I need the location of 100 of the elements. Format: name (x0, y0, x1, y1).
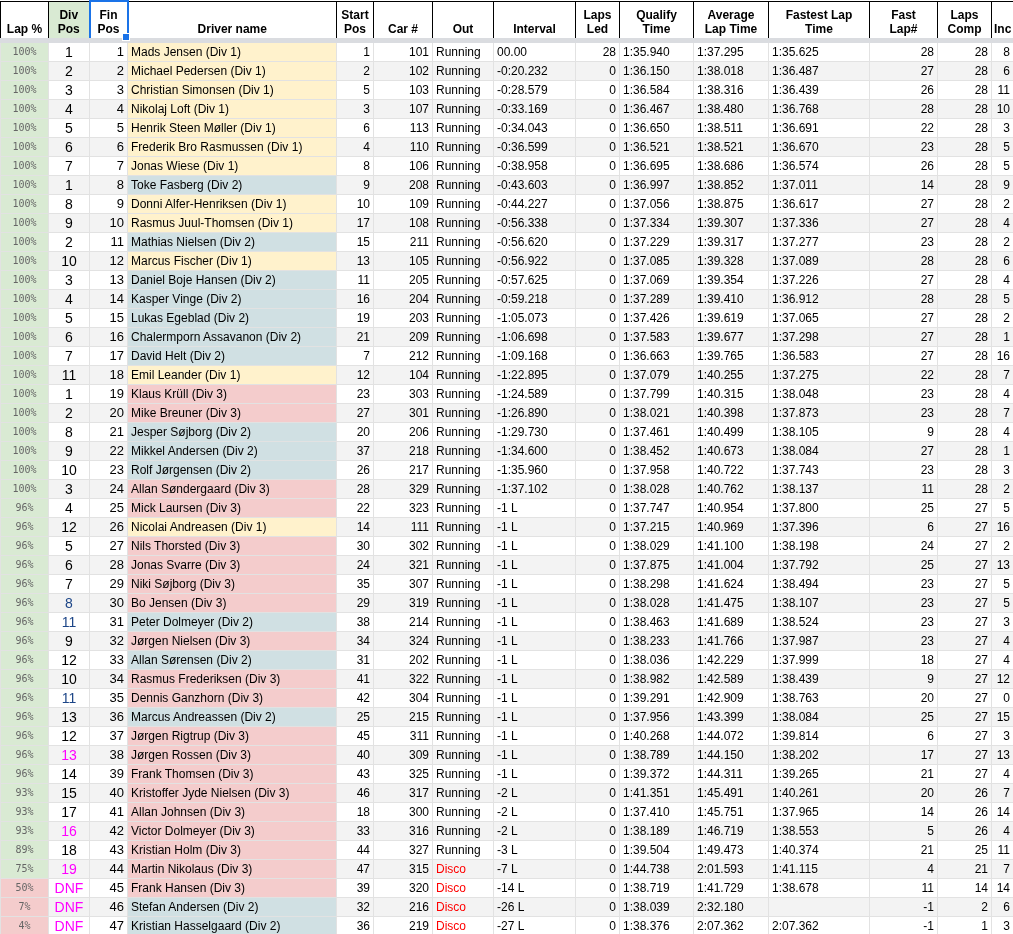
table-cell: Running (432, 688, 494, 708)
table-cell: 15 (336, 232, 374, 252)
table-cell: 214 (373, 612, 433, 632)
column-header[interactable]: Driver name (127, 1, 337, 41)
table-cell: 113 (373, 118, 433, 138)
table-cell: 19 (89, 384, 128, 404)
table-cell: -1:09.168 (493, 346, 576, 366)
column-header[interactable]: Fastest Lap Time (768, 1, 870, 41)
table-cell: 100% (0, 118, 49, 138)
table-cell: 212 (373, 346, 433, 366)
table-cell: 96% (0, 669, 49, 689)
table-cell: 96% (0, 764, 49, 784)
table-cell: 311 (373, 726, 433, 746)
table-cell: -1 L (493, 498, 576, 518)
table-cell: 1:38.316 (693, 80, 769, 100)
table-cell: 1:38.511 (693, 118, 769, 138)
table-cell: 1:35.940 (619, 40, 694, 62)
table-cell: 11 (869, 878, 938, 898)
table-cell: 6 (48, 137, 90, 157)
table-cell: 1:40.268 (619, 726, 694, 746)
table-cell: 1:36.617 (768, 194, 870, 214)
table-cell: 35 (336, 574, 374, 594)
table-cell: Running (432, 308, 494, 328)
table-cell: -1 L (493, 726, 576, 746)
table-cell: 100% (0, 422, 49, 442)
table-cell: 0 (575, 80, 620, 100)
column-header[interactable]: Laps Comp (937, 1, 992, 41)
table-cell: 1:41.729 (693, 878, 769, 898)
table-cell: -3 L (493, 840, 576, 860)
column-header[interactable]: Fin Pos (89, 1, 128, 41)
table-cell: 0 (575, 574, 620, 594)
table-cell: 1:44.311 (693, 764, 769, 784)
column-header[interactable]: Lap % (0, 1, 49, 41)
table-cell: 100% (0, 80, 49, 100)
table-cell: 13 (89, 270, 128, 290)
column-header[interactable]: Average Lap Time (693, 1, 769, 41)
table-cell: 28 (937, 194, 992, 214)
column-header[interactable]: Fast Lap# (869, 1, 938, 41)
column-header[interactable]: Car # (373, 1, 433, 41)
table-cell: 0 (575, 726, 620, 746)
table-cell: 3 (48, 479, 90, 499)
column-header[interactable]: Inc (991, 1, 1013, 41)
table-cell: 203 (373, 308, 433, 328)
column-header[interactable]: Out (432, 1, 494, 41)
column-header[interactable]: Laps Led (575, 1, 620, 41)
table-cell: 20 (869, 688, 938, 708)
table-cell: -1 L (493, 650, 576, 670)
table-cell: 41 (89, 802, 128, 822)
table-cell: -1 L (493, 764, 576, 784)
table-cell: Running (432, 498, 494, 518)
table-cell: 1:37.065 (768, 308, 870, 328)
table-cell: Running (432, 232, 494, 252)
table-cell: 1:37.965 (768, 802, 870, 822)
table-cell: 37 (89, 726, 128, 746)
table-cell: 0 (575, 270, 620, 290)
table-cell: 1:38.524 (768, 612, 870, 632)
table-cell: 302 (373, 536, 433, 556)
table-cell: Running (432, 840, 494, 860)
table-cell: 27 (869, 270, 938, 290)
table-cell: 9 (48, 631, 90, 651)
column-header[interactable]: Interval (493, 1, 576, 41)
table-cell: 20 (336, 422, 374, 442)
table-cell: 1:39.354 (693, 270, 769, 290)
table-cell: 109 (373, 194, 433, 214)
table-cell: 0 (575, 878, 620, 898)
table-cell: 15 (48, 783, 90, 803)
table-cell: 11 (48, 365, 90, 385)
table-cell: 1:37.226 (768, 270, 870, 290)
column-header[interactable]: Qualify Time (619, 1, 694, 41)
table-cell: DNF (48, 916, 90, 934)
table-cell: 45 (336, 726, 374, 746)
selection-handle[interactable] (121, 33, 130, 41)
table-cell: 23 (89, 460, 128, 480)
table-cell: 21 (869, 764, 938, 784)
table-cell: 1:42.909 (693, 688, 769, 708)
table-cell: 1:36.439 (768, 80, 870, 100)
table-cell: 00.00 (493, 40, 576, 62)
table-cell: 25 (89, 498, 128, 518)
table-cell: 1:36.650 (619, 118, 694, 138)
table-cell: -0:56.620 (493, 232, 576, 252)
table-cell: 0 (575, 650, 620, 670)
table-cell: 96% (0, 688, 49, 708)
table-cell: 13 (48, 707, 90, 727)
table-cell: 96% (0, 612, 49, 632)
table-cell: 12 (48, 517, 90, 537)
table-cell: 27 (869, 308, 938, 328)
table-cell: 23 (336, 384, 374, 404)
table-cell: 1:36.574 (768, 156, 870, 176)
table-cell: -2 L (493, 802, 576, 822)
table-cell: 26 (336, 460, 374, 480)
column-header[interactable]: Div Pos (48, 1, 90, 41)
table-cell: 1:38.763 (768, 688, 870, 708)
table-cell: 1:41.100 (693, 536, 769, 556)
table-cell: 1:37.229 (619, 232, 694, 252)
table-cell: 1 (48, 175, 90, 195)
table-cell: 1:38.494 (768, 574, 870, 594)
table-cell: 100% (0, 213, 49, 233)
table-cell: 100% (0, 384, 49, 404)
column-header[interactable]: Start Pos (336, 1, 374, 41)
table-cell: Running (432, 270, 494, 290)
